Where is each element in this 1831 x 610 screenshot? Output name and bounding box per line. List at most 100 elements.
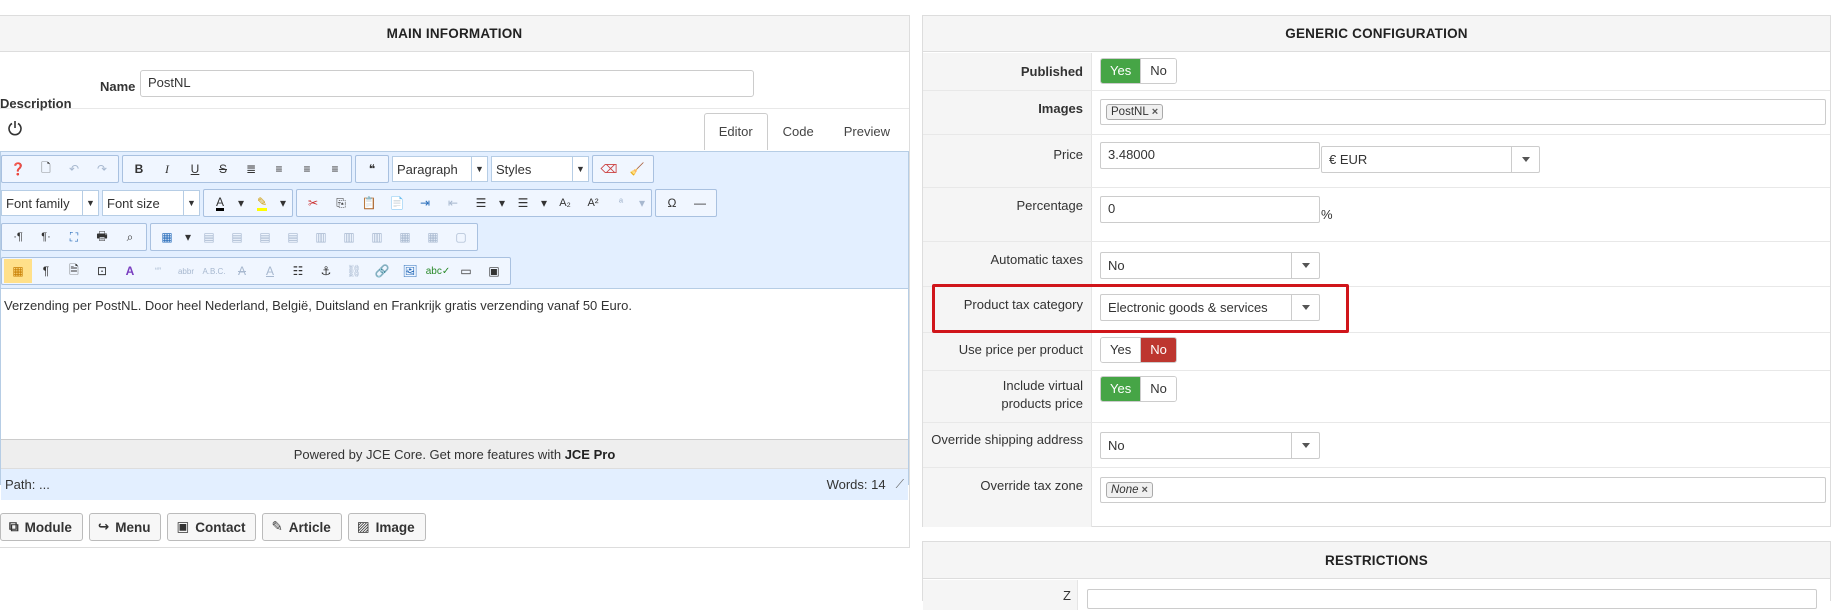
- cut-icon[interactable]: ✂: [299, 191, 327, 215]
- numbered-list-icon[interactable]: ☰: [467, 191, 495, 215]
- tab-editor[interactable]: Editor: [703, 113, 768, 150]
- col-after-icon[interactable]: ▥: [335, 225, 363, 249]
- show-blocks-icon[interactable]: ¶: [32, 259, 60, 283]
- published-yes[interactable]: Yes: [1101, 59, 1141, 83]
- tab-preview[interactable]: Preview: [829, 113, 905, 149]
- tab-code[interactable]: Code: [768, 113, 829, 149]
- link-icon[interactable]: 🔗: [368, 259, 396, 283]
- ltr-icon[interactable]: ·¶: [4, 225, 32, 249]
- use-price-yes[interactable]: Yes: [1101, 338, 1141, 362]
- name-input[interactable]: PostNL: [140, 70, 754, 97]
- resize-handle-icon[interactable]: ⟋: [896, 477, 904, 492]
- style-icon[interactable]: A: [116, 259, 144, 283]
- copy-icon[interactable]: ⎘: [327, 191, 355, 215]
- paste-text-icon[interactable]: 📄: [383, 191, 411, 215]
- contact-button[interactable]: ▣ Contact: [167, 513, 257, 541]
- align-center-icon[interactable]: ≡: [265, 157, 293, 181]
- cleanup-icon[interactable]: 🧹: [623, 157, 651, 181]
- special-char-icon[interactable]: Ω: [658, 191, 686, 215]
- include-virtual-yes[interactable]: Yes: [1101, 377, 1141, 401]
- spellcheck-icon[interactable]: abc✓: [424, 259, 452, 283]
- currency-select[interactable]: € EUR: [1321, 146, 1540, 173]
- del-icon[interactable]: A: [228, 259, 256, 283]
- cell-props-icon[interactable]: ▢: [447, 225, 475, 249]
- bullet-list-icon[interactable]: ☰: [509, 191, 537, 215]
- chevron-down-icon[interactable]: ▾: [234, 191, 248, 215]
- power-icon[interactable]: [7, 120, 23, 136]
- font-color-icon[interactable]: A: [206, 191, 234, 215]
- override-shipping-select[interactable]: No: [1100, 432, 1320, 459]
- table-icon[interactable]: ▦: [153, 225, 181, 249]
- delete-table-icon[interactable]: ▤: [195, 225, 223, 249]
- use-price-per-product-toggle[interactable]: Yes No: [1100, 337, 1177, 363]
- styles-select[interactable]: Styles ▼: [491, 156, 589, 182]
- acronym-icon[interactable]: A.B.C.: [200, 259, 228, 283]
- restriction-first-input[interactable]: [1087, 589, 1817, 609]
- published-toggle[interactable]: Yes No: [1100, 58, 1177, 84]
- row-after-icon[interactable]: ▤: [251, 225, 279, 249]
- superscript-icon[interactable]: A²: [579, 191, 607, 215]
- row-before-icon[interactable]: ▤: [223, 225, 251, 249]
- strikethrough-icon[interactable]: S: [209, 157, 237, 181]
- editor-content[interactable]: Verzending per PostNL. Door heel Nederla…: [1, 289, 908, 439]
- unlink-icon[interactable]: ⛓: [340, 259, 368, 283]
- eraser-icon[interactable]: ⌫: [595, 157, 623, 181]
- col-before-icon[interactable]: ▥: [307, 225, 335, 249]
- subscript-icon[interactable]: A₂: [551, 191, 579, 215]
- paste-icon[interactable]: 📋: [355, 191, 383, 215]
- remove-tag-icon[interactable]: ×: [1142, 484, 1148, 496]
- jce-pro-link[interactable]: JCE Pro: [565, 447, 616, 462]
- bold-icon[interactable]: B: [125, 157, 153, 181]
- font-size-select[interactable]: Font size ▼: [102, 190, 200, 216]
- align-justify-icon[interactable]: ≣: [237, 157, 265, 181]
- include-virtual-no[interactable]: No: [1140, 377, 1176, 401]
- article-break-icon[interactable]: ▭: [452, 259, 480, 283]
- align-left-icon[interactable]: ≡: [293, 157, 321, 181]
- attributes-icon[interactable]: ☷: [284, 259, 312, 283]
- module-button[interactable]: ⧉ Module: [0, 513, 83, 541]
- chevron-down-icon[interactable]: ▾: [181, 225, 195, 249]
- undo-icon[interactable]: ↶: [60, 157, 88, 181]
- underline-icon[interactable]: U: [181, 157, 209, 181]
- image-icon[interactable]: 🖼: [396, 259, 424, 283]
- include-virtual-toggle[interactable]: Yes No: [1100, 376, 1177, 402]
- percentage-input[interactable]: 0: [1100, 196, 1320, 223]
- help-icon[interactable]: ❓: [4, 157, 32, 181]
- published-no[interactable]: No: [1140, 59, 1176, 83]
- override-tax-zone-input[interactable]: None ×: [1100, 477, 1826, 503]
- use-price-no[interactable]: No: [1140, 338, 1176, 362]
- price-input[interactable]: 3.48000: [1100, 142, 1320, 169]
- character-map-icon[interactable]: ª: [607, 191, 635, 215]
- abbr-icon[interactable]: abbr: [172, 259, 200, 283]
- print-icon[interactable]: 🖶: [88, 225, 116, 249]
- cite-icon[interactable]: “”: [144, 259, 172, 283]
- highlight-color-icon[interactable]: ✎: [248, 191, 276, 215]
- italic-icon[interactable]: I: [153, 157, 181, 181]
- rtl-icon[interactable]: ¶·: [32, 225, 60, 249]
- indent-icon[interactable]: ⇥: [411, 191, 439, 215]
- outdent-icon[interactable]: ⇤: [439, 191, 467, 215]
- ins-icon[interactable]: A: [256, 259, 284, 283]
- search-icon[interactable]: ⌕: [116, 225, 144, 249]
- merge-cells-icon[interactable]: ▦: [419, 225, 447, 249]
- new-document-icon[interactable]: 🗋: [32, 157, 60, 181]
- chevron-down-icon[interactable]: ▾: [635, 191, 649, 215]
- visual-aid-icon[interactable]: ▦: [4, 259, 32, 283]
- anchor-icon[interactable]: ⚓: [312, 259, 340, 283]
- template-icon[interactable]: 🗎: [60, 259, 88, 283]
- chevron-down-icon[interactable]: ▾: [537, 191, 551, 215]
- paragraph-select[interactable]: Paragraph ▼: [392, 156, 488, 182]
- fullscreen-icon[interactable]: ⛶: [60, 225, 88, 249]
- font-family-select[interactable]: Font family ▼: [1, 190, 99, 216]
- remove-tag-icon[interactable]: ×: [1152, 106, 1158, 118]
- image-button[interactable]: ▨ Image: [347, 513, 426, 541]
- redo-icon[interactable]: ↷: [88, 157, 116, 181]
- chevron-down-icon[interactable]: ▾: [276, 191, 290, 215]
- chevron-down-icon[interactable]: ▾: [495, 191, 509, 215]
- automatic-taxes-select[interactable]: No: [1100, 252, 1320, 279]
- images-input[interactable]: PostNL ×: [1100, 99, 1826, 125]
- blockquote-icon[interactable]: ❝: [358, 157, 386, 181]
- menu-button[interactable]: ↪ Menu: [88, 513, 162, 541]
- delete-col-icon[interactable]: ▥: [363, 225, 391, 249]
- align-right-icon[interactable]: ≡: [321, 157, 349, 181]
